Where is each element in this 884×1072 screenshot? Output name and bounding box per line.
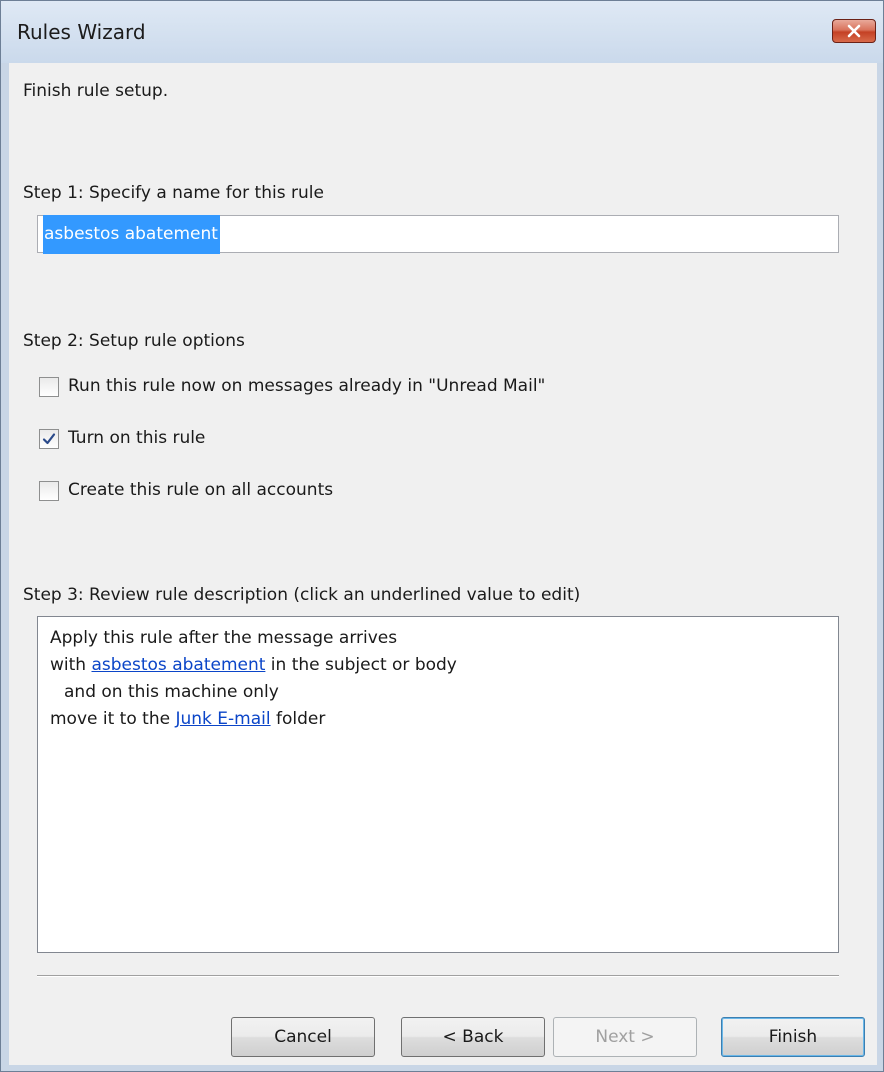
keyword-link[interactable]: asbestos abatement bbox=[91, 655, 265, 675]
run-now-label[interactable]: Run this rule now on messages already in… bbox=[68, 376, 545, 396]
rule-name-input[interactable]: asbestos abatement bbox=[37, 214, 839, 254]
rules-wizard-window: Rules Wizard Finish rule setup. Step 1: … bbox=[0, 0, 884, 1072]
desc-line-4: move it to the Junk E-mail folder bbox=[50, 706, 838, 733]
desc-line-1: Apply this rule after the message arrive… bbox=[50, 628, 398, 648]
run-now-checkbox[interactable] bbox=[39, 377, 59, 397]
title-bar[interactable]: Rules Wizard bbox=[1, 1, 883, 63]
rule-description-box: Apply this rule after the message arrive… bbox=[37, 616, 839, 953]
intro-text: Finish rule setup. bbox=[23, 81, 169, 101]
folder-link[interactable]: Junk E-mail bbox=[175, 709, 270, 729]
step2-label: Step 2: Setup rule options bbox=[23, 331, 245, 351]
dialog-body: Finish rule setup. Step 1: Specify a nam… bbox=[9, 63, 877, 1065]
all-accounts-checkbox[interactable] bbox=[39, 481, 59, 501]
separator bbox=[37, 975, 839, 977]
desc-text: in the subject or body bbox=[265, 655, 457, 675]
all-accounts-label[interactable]: Create this rule on all accounts bbox=[68, 480, 333, 500]
rule-name-value: asbestos abatement bbox=[43, 214, 220, 254]
checkmark-icon bbox=[42, 433, 56, 445]
step1-label: Step 1: Specify a name for this rule bbox=[23, 183, 324, 203]
next-button[interactable]: Next > bbox=[553, 1017, 697, 1057]
desc-line-2: with asbestos abatement in the subject o… bbox=[50, 652, 838, 679]
close-icon bbox=[847, 24, 861, 38]
desc-line-3: and on this machine only bbox=[64, 682, 279, 702]
window-title: Rules Wizard bbox=[17, 20, 146, 44]
back-button[interactable]: < Back bbox=[401, 1017, 545, 1057]
step3-label: Step 3: Review rule description (click a… bbox=[23, 585, 581, 605]
turn-on-checkbox[interactable] bbox=[39, 429, 59, 449]
desc-text: with bbox=[50, 655, 92, 675]
finish-button[interactable]: Finish bbox=[721, 1017, 865, 1057]
close-button[interactable] bbox=[832, 19, 876, 43]
desc-text: move it to the bbox=[50, 709, 176, 729]
cancel-button[interactable]: Cancel bbox=[231, 1017, 375, 1057]
turn-on-label[interactable]: Turn on this rule bbox=[68, 428, 205, 448]
desc-text: folder bbox=[270, 709, 326, 729]
